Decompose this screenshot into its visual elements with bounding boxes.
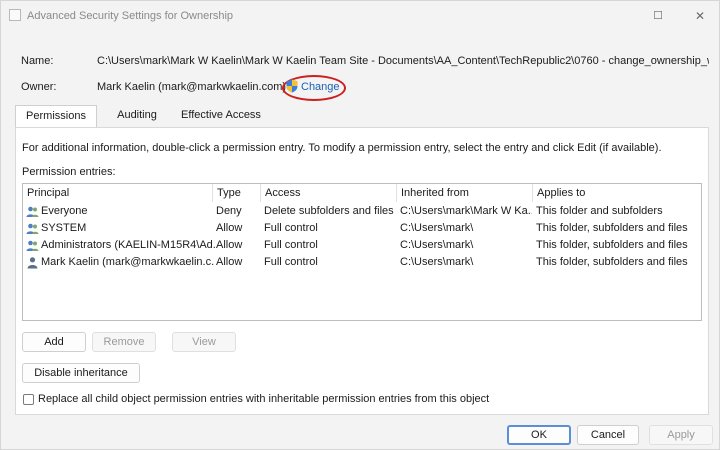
window-title: Advanced Security Settings for Ownership (27, 10, 234, 22)
view-button[interactable]: View (172, 332, 236, 352)
title-bar: Advanced Security Settings for Ownership… (1, 1, 719, 31)
group-icon (26, 223, 39, 234)
change-owner-link[interactable]: Change (301, 81, 340, 93)
column-header-access[interactable]: Access (261, 184, 397, 202)
window-icon (9, 9, 21, 21)
advanced-security-window: Advanced Security Settings for Ownership… (0, 0, 720, 450)
column-header-type[interactable]: Type (213, 184, 261, 202)
cell-principal: Mark Kaelin (mark@markwkaelin.c... (41, 256, 215, 268)
permission-entries-table[interactable]: Principal Type Access Inherited from App… (22, 183, 702, 321)
cell-type: Deny (216, 205, 242, 217)
cell-inherited-from: C:\Users\mark\ (400, 239, 474, 251)
cell-principal: Administrators (KAELIN-M15R4\Ad... (41, 239, 215, 251)
table-row[interactable]: SYSTEM Allow Full control C:\Users\mark\… (23, 220, 701, 237)
name-label: Name: (21, 55, 54, 67)
group-icon (26, 206, 39, 217)
permission-entries-label: Permission entries: (22, 166, 116, 178)
cell-type: Allow (216, 239, 243, 251)
column-header-applies-to[interactable]: Applies to (533, 184, 701, 202)
cell-inherited-from: C:\Users\mark\Mark W Ka... (400, 205, 532, 217)
tab-effective-access[interactable]: Effective Access (175, 105, 267, 126)
cell-access: Full control (264, 256, 318, 268)
cell-access: Delete subfolders and files (264, 205, 394, 217)
maximize-icon[interactable]: ☐ (647, 7, 669, 25)
table-row[interactable]: Mark Kaelin (mark@markwkaelin.c... Allow… (23, 254, 701, 271)
table-row[interactable]: Administrators (KAELIN-M15R4\Ad... Allow… (23, 237, 701, 254)
uac-shield-icon (286, 79, 298, 93)
instructions-text: For additional information, double-click… (22, 142, 662, 154)
cell-principal: SYSTEM (41, 222, 87, 234)
disable-inheritance-button[interactable]: Disable inheritance (22, 363, 140, 383)
replace-child-permissions-label[interactable]: Replace all child object permission entr… (38, 393, 489, 405)
table-row[interactable]: Everyone Deny Delete subfolders and file… (23, 203, 701, 220)
cancel-button[interactable]: Cancel (577, 425, 639, 445)
cell-applies-to: This folder, subfolders and files (536, 222, 688, 234)
replace-child-permissions-checkbox[interactable] (23, 394, 34, 405)
cell-type: Allow (216, 256, 243, 268)
tab-auditing[interactable]: Auditing (103, 105, 171, 126)
column-header-inherited-from[interactable]: Inherited from (397, 184, 533, 202)
permissions-panel: For additional information, double-click… (15, 127, 709, 415)
column-header-principal[interactable]: Principal (23, 184, 213, 202)
owner-value: Mark Kaelin (mark@markwkaelin.com) (97, 81, 287, 93)
cell-inherited-from: C:\Users\mark\ (400, 256, 474, 268)
cell-access: Full control (264, 239, 318, 251)
tab-permissions[interactable]: Permissions (15, 105, 97, 128)
cell-applies-to: This folder, subfolders and files (536, 256, 688, 268)
cell-applies-to: This folder and subfolders (536, 205, 663, 217)
cell-access: Full control (264, 222, 318, 234)
user-icon (27, 257, 38, 269)
name-value: C:\Users\mark\Mark W Kaelin\Mark W Kaeli… (97, 55, 709, 67)
cell-inherited-from: C:\Users\mark\ (400, 222, 474, 234)
cell-applies-to: This folder, subfolders and files (536, 239, 688, 251)
remove-button[interactable]: Remove (92, 332, 156, 352)
close-icon[interactable]: ✕ (689, 7, 711, 25)
ok-button[interactable]: OK (507, 425, 571, 445)
apply-button[interactable]: Apply (649, 425, 713, 445)
add-button[interactable]: Add (22, 332, 86, 352)
cell-type: Allow (216, 222, 243, 234)
cell-principal: Everyone (41, 205, 88, 217)
group-icon (26, 240, 39, 251)
owner-label: Owner: (21, 81, 57, 93)
